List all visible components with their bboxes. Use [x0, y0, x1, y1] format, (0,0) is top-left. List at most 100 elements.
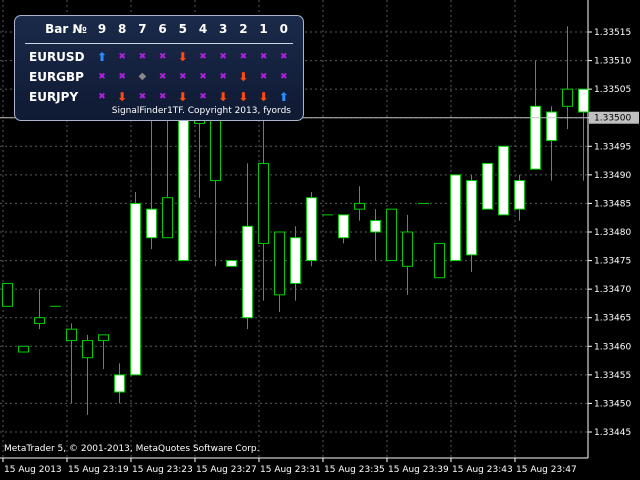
neutral-cross-icon: ✖: [199, 92, 207, 102]
candle: [498, 145, 509, 216]
candle: [18, 345, 29, 353]
panel-footer: SignalFinder1TF. Copyright 2013, fyords: [111, 106, 291, 116]
down-arrow-icon: ⬇: [117, 90, 128, 104]
y-tick-label: 1.33505: [594, 85, 631, 95]
y-tick-label: 1.33470: [594, 285, 631, 295]
down-arrow-icon: ⬇: [258, 90, 269, 104]
symbol-label: EURGBP: [29, 70, 84, 84]
x-tick-label: 15 Aug 2013: [4, 465, 62, 475]
candle: [466, 174, 477, 272]
copyright-text: MetaTrader 5, © 2001-2013, MetaQuotes So…: [4, 444, 260, 454]
bar-index-header: 5: [178, 22, 187, 36]
bar-index-header: 3: [219, 22, 228, 36]
bar-index-header: 8: [118, 22, 127, 36]
candle-body: [450, 174, 461, 262]
y-tick-label: 1.33445: [594, 428, 631, 438]
neutral-cross-icon: ✖: [179, 72, 187, 82]
candle-body: [546, 111, 557, 142]
candle-body: [562, 88, 573, 107]
current-price-label: 1.33500: [594, 114, 631, 124]
neutral-cross-icon: ✖: [239, 52, 248, 62]
neutral-cross-icon: ✖: [199, 52, 207, 62]
neutral-cross-icon: ✖: [138, 52, 147, 62]
candle-body: [178, 117, 189, 262]
neutral-cross-icon: ✖: [158, 52, 167, 62]
x-tick-label: 15 Aug 23:23: [132, 465, 193, 475]
panel-separator: [25, 43, 293, 44]
candle-body: [338, 214, 349, 239]
down-arrow-icon: ⬇: [177, 90, 188, 104]
candle: [258, 106, 269, 301]
candle-body: [466, 180, 477, 256]
candle-body: [34, 317, 45, 324]
y-tick-label: 1.33490: [594, 171, 631, 181]
x-tick-label: 15 Aug 23:39: [388, 465, 449, 475]
candle-body: [434, 242, 445, 279]
candle: [66, 323, 77, 404]
neutral-cross-icon: ✖: [118, 52, 126, 62]
down-arrow-icon: ⬇: [238, 70, 249, 84]
up-arrow-icon: ⬆: [96, 50, 108, 64]
candle: [338, 214, 349, 244]
neutral-cross-icon: ✖: [98, 92, 106, 102]
signal-finder-panel: Bar № 9876543210 EURUSD ⬆ ✖ ✖ ✖ ⬇ ✖ ✖ ✖ ✖ ✖ EURGBP ✖…: [14, 15, 304, 121]
candle-body: [386, 208, 397, 262]
y-tick-label: 1.33460: [594, 342, 631, 352]
neutral-cross-icon: ✖: [118, 72, 126, 82]
candle-body: [482, 162, 493, 210]
y-tick-label: 1.33480: [594, 228, 631, 238]
candle-body: [162, 197, 173, 239]
candle: [354, 186, 365, 221]
candle-body: [242, 225, 253, 319]
candle: [402, 214, 413, 295]
x-tick-label: 15 Aug 23:19: [68, 465, 129, 475]
y-tick-label: 1.33485: [594, 199, 631, 209]
neutral-cross-icon: ✖: [280, 72, 288, 82]
candle-body: [98, 334, 109, 342]
neutral-cross-icon: ✖: [158, 72, 167, 82]
panel-header: Bar № 9876543210: [15, 22, 303, 42]
candle-body: [306, 197, 317, 262]
candle: [274, 231, 285, 312]
candle-body: [578, 88, 589, 113]
neutral-dot-icon: ◆: [138, 71, 147, 82]
candle: [514, 174, 525, 221]
candle-body: [18, 345, 29, 353]
y-tick-label: 1.33465: [594, 314, 631, 324]
bar-index-header: 7: [138, 22, 147, 36]
candle-body: [66, 328, 77, 342]
neutral-cross-icon: ✖: [219, 72, 227, 82]
y-tick-label: 1.33475: [594, 257, 631, 267]
bar-index-header: 0: [279, 22, 288, 36]
x-tick-label: 15 Aug 23:43: [452, 465, 513, 475]
candle-body: [354, 202, 365, 210]
y-tick-label: 1.33510: [594, 57, 631, 67]
candle-body: [82, 340, 93, 359]
candle: [34, 289, 45, 330]
candle: [450, 174, 461, 262]
candle: [386, 208, 397, 262]
bar-index-header: 1: [259, 22, 268, 36]
candle-body: [370, 220, 381, 233]
neutral-cross-icon: ✖: [219, 52, 227, 62]
candle-body: [274, 231, 285, 296]
candle-body: [226, 260, 237, 267]
candle-body: [210, 117, 221, 182]
neutral-cross-icon: ✖: [259, 52, 268, 62]
candle-body: [146, 208, 157, 239]
symbol-label: EURJPY: [29, 90, 79, 104]
candle-body: [2, 282, 13, 307]
neutral-cross-icon: ✖: [199, 72, 207, 82]
bar-index-header: 6: [158, 22, 167, 36]
candle: [210, 106, 221, 267]
candle: [2, 282, 13, 307]
y-tick-label: 1.33455: [594, 371, 631, 381]
candle: [370, 209, 381, 261]
symbol-label: EURUSD: [29, 50, 85, 64]
bar-number-header: Bar №: [45, 22, 87, 36]
bar-index-header: 4: [198, 22, 208, 36]
candle-body: [114, 374, 125, 393]
candle-body: [514, 180, 525, 210]
candle: [562, 26, 573, 130]
y-tick-label: 1.33495: [594, 142, 631, 152]
